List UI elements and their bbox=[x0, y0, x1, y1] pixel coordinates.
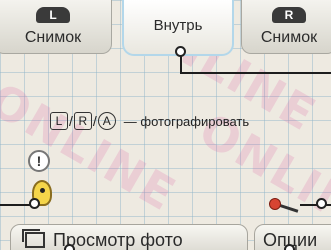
connector-dot bbox=[175, 46, 186, 57]
connector-line bbox=[180, 72, 331, 74]
instruction-text: — фотографировать bbox=[123, 113, 250, 129]
l-key-icon: L bbox=[36, 6, 70, 23]
connector-dot bbox=[316, 198, 327, 209]
tab-right-shot[interactable]: R Снимок bbox=[241, 0, 331, 54]
view-photos-button[interactable]: Просмотр фото bbox=[10, 224, 248, 250]
exclamation-icon: ! bbox=[28, 150, 50, 172]
r-button-icon: R bbox=[73, 112, 92, 130]
tab-left-label: Снимок bbox=[24, 28, 82, 46]
a-button-icon: A bbox=[97, 112, 116, 130]
l-button-icon: L bbox=[50, 112, 68, 130]
camera-screen: ONLINE ONLINE ONLINE L Снимок Внутрь R С… bbox=[0, 0, 331, 250]
watermark: ONLINE bbox=[0, 72, 186, 222]
connector-dot bbox=[64, 244, 75, 250]
lever-icon[interactable] bbox=[269, 198, 299, 213]
connector-dot bbox=[284, 244, 295, 250]
connector-dot bbox=[29, 198, 40, 209]
tab-inside-label: Внутрь bbox=[153, 16, 203, 34]
photo-gallery-icon bbox=[22, 229, 45, 248]
instruction-row: L / R / A — фотографировать bbox=[50, 112, 249, 130]
r-key-icon: R bbox=[272, 6, 306, 23]
tab-right-label: Снимок bbox=[260, 28, 318, 46]
tab-left-shot[interactable]: L Снимок bbox=[0, 0, 112, 54]
